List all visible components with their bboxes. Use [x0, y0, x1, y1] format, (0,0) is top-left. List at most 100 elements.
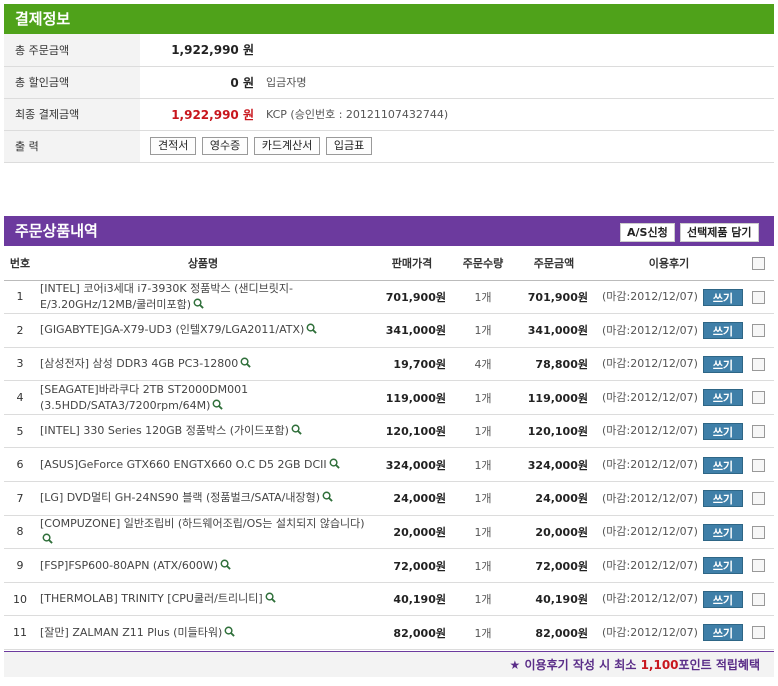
item-checkbox[interactable] [751, 592, 765, 606]
review-deadline: (마감:2012/12/07) [602, 357, 698, 371]
order-quantity: 1개 [454, 280, 512, 315]
unit-price: 341,000원 [370, 313, 454, 348]
unit-price: 120,100원 [370, 414, 454, 449]
product-name-cell: [삼성전자] 삼성 DDR3 4GB PC3-12800 [36, 347, 370, 382]
order-quantity: 1개 [454, 447, 512, 483]
write-review-button[interactable]: 쓰기 [702, 523, 743, 541]
item-number: 3 [4, 347, 36, 382]
order-amount: 341,000원 [512, 313, 596, 348]
deposit-slip-button[interactable]: 입금표 [325, 137, 373, 155]
review-cell: (마감:2012/12/07) 쓰기 [596, 280, 743, 315]
review-deadline: (마감:2012/12/07) [602, 525, 698, 539]
select-cell [742, 548, 774, 583]
magnifier-icon[interactable] [193, 298, 204, 309]
write-review-button[interactable]: 쓰기 [702, 456, 743, 474]
select-cell [742, 515, 774, 550]
magnifier-icon[interactable] [240, 357, 251, 368]
add-selected-to-cart-button[interactable]: 선택제품 담기 [680, 223, 759, 242]
item-number: 8 [4, 515, 36, 550]
write-review-button[interactable]: 쓰기 [702, 355, 743, 373]
item-checkbox[interactable] [751, 290, 765, 304]
order-amount: 701,900원 [512, 280, 596, 315]
table-row: 6 [ASUS]GeForce GTX660 ENGTX660 O.C D5 2G… [4, 447, 774, 483]
write-review-button[interactable]: 쓰기 [702, 389, 743, 407]
payment-label: 총 할인금액 [4, 66, 140, 99]
select-cell [742, 481, 774, 516]
unit-price: 24,000원 [370, 481, 454, 516]
estimate-button[interactable]: 견적서 [150, 137, 197, 155]
select-cell [742, 447, 774, 483]
write-review-button[interactable]: 쓰기 [702, 322, 743, 340]
table-row: 5 [INTEL] 330 Series 120GB 정품박스 (가이드포함) 12… [4, 414, 774, 449]
write-review-button[interactable]: 쓰기 [702, 288, 743, 306]
item-checkbox[interactable] [751, 626, 765, 640]
item-checkbox[interactable] [751, 559, 765, 573]
magnifier-icon[interactable] [291, 424, 302, 435]
review-cell: (마감:2012/12/07) 쓰기 [596, 447, 743, 483]
product-name-cell: [INTEL] 330 Series 120GB 정품박스 (가이드포함) [36, 414, 370, 449]
payment-row-print: 출 력 견적서 영수증 카드계산서 입금표 [4, 130, 774, 163]
product-name-link[interactable]: [LG] DVD멀티 GH-24NS90 블랙 (정품벌크/SATA/내장형) [40, 491, 320, 504]
write-review-button[interactable]: 쓰기 [702, 590, 743, 608]
benefit-suffix: 포인트 적립혜택 [678, 658, 760, 672]
order-amount: 78,800원 [512, 347, 596, 382]
product-name-cell: [GIGABYTE]GA-X79-UD3 (인텔X79/LGA2011/ATX) [36, 313, 370, 348]
payment-row-total: 총 주문금액 1,922,990 원 [4, 34, 774, 67]
item-number: 10 [4, 582, 36, 617]
product-name-link[interactable]: [삼성전자] 삼성 DDR3 4GB PC3-12800 [40, 357, 238, 370]
select-cell [742, 313, 774, 348]
item-checkbox[interactable] [751, 492, 765, 506]
order-quantity: 1개 [454, 548, 512, 583]
order-quantity: 1개 [454, 481, 512, 516]
product-name-link[interactable]: [잘만] ZALMAN Z11 Plus (미들타워) [40, 626, 222, 639]
magnifier-icon[interactable] [322, 491, 333, 503]
product-name-link[interactable]: [THERMOLAB] TRINITY [CPU쿨러/트리니티] [40, 592, 263, 605]
col-header-qty: 주문수량 [454, 246, 512, 281]
receipt-button[interactable]: 영수증 [201, 137, 249, 155]
item-checkbox[interactable] [751, 424, 765, 438]
review-cell: (마감:2012/12/07) 쓰기 [596, 548, 743, 583]
write-review-button[interactable]: 쓰기 [702, 557, 743, 575]
item-number: 9 [4, 548, 36, 583]
write-review-button[interactable]: 쓰기 [702, 490, 743, 508]
item-checkbox[interactable] [751, 458, 765, 472]
item-checkbox[interactable] [751, 324, 765, 338]
magnifier-icon[interactable] [220, 559, 231, 570]
table-row: 8 [COMPUZONE] 일반조립비 (하드웨어조립/OS는 설치되지 않습니다… [4, 515, 774, 550]
magnifier-icon[interactable] [329, 458, 340, 469]
payment-row-discount: 총 할인금액 0 원 입금자명 [4, 66, 774, 99]
magnifier-icon[interactable] [306, 323, 318, 335]
product-name-link[interactable]: [ASUS]GeForce GTX660 ENGTX660 O.C D5 2GB… [40, 458, 327, 471]
item-checkbox[interactable] [751, 391, 765, 405]
select-cell [742, 414, 774, 449]
select-all-checkbox[interactable] [751, 256, 765, 270]
product-name-link[interactable]: [COMPUZONE] 일반조립비 (하드웨어조립/OS는 설치되지 않습니다) [40, 517, 365, 530]
depositor-label: 입금자명 [266, 66, 774, 99]
product-name-cell: [ASUS]GeForce GTX660 ENGTX660 O.C D5 2GB… [36, 447, 370, 483]
magnifier-icon[interactable] [265, 592, 276, 603]
review-cell: (마감:2012/12/07) 쓰기 [596, 515, 743, 550]
item-checkbox[interactable] [751, 357, 765, 371]
product-name-link[interactable]: [GIGABYTE]GA-X79-UD3 (인텔X79/LGA2011/ATX) [40, 323, 304, 336]
order-amount: 24,000원 [512, 481, 596, 516]
col-header-no: 번호 [4, 246, 36, 281]
product-name-link[interactable]: [INTEL] 코어i3세대 i7-3930K 정품박스 (샌디브릿지-E/3.… [40, 282, 293, 311]
product-name-link[interactable]: [INTEL] 330 Series 120GB 정품박스 (가이드포함) [40, 424, 289, 437]
write-review-button[interactable]: 쓰기 [702, 422, 743, 440]
magnifier-icon[interactable] [42, 533, 53, 544]
as-request-button[interactable]: A/S신청 [620, 223, 675, 242]
item-checkbox[interactable] [751, 525, 765, 539]
write-review-button[interactable]: 쓰기 [702, 624, 743, 642]
order-amount: 324,000원 [512, 447, 596, 483]
card-statement-button[interactable]: 카드계산서 [253, 137, 321, 155]
select-cell [742, 280, 774, 315]
review-deadline: (마감:2012/12/07) [602, 592, 698, 606]
product-name-link[interactable]: [FSP]FSP600-80APN (ATX/600W) [40, 559, 218, 572]
magnifier-icon[interactable] [212, 399, 224, 410]
order-quantity: 1개 [454, 313, 512, 348]
review-cell: (마감:2012/12/07) 쓰기 [596, 582, 743, 617]
order-quantity: 1개 [454, 414, 512, 449]
magnifier-icon[interactable] [224, 626, 235, 637]
product-name-cell: [COMPUZONE] 일반조립비 (하드웨어조립/OS는 설치되지 않습니다) [36, 515, 370, 550]
table-row: 2 [GIGABYTE]GA-X79-UD3 (인텔X79/LGA2011/ATX… [4, 313, 774, 348]
